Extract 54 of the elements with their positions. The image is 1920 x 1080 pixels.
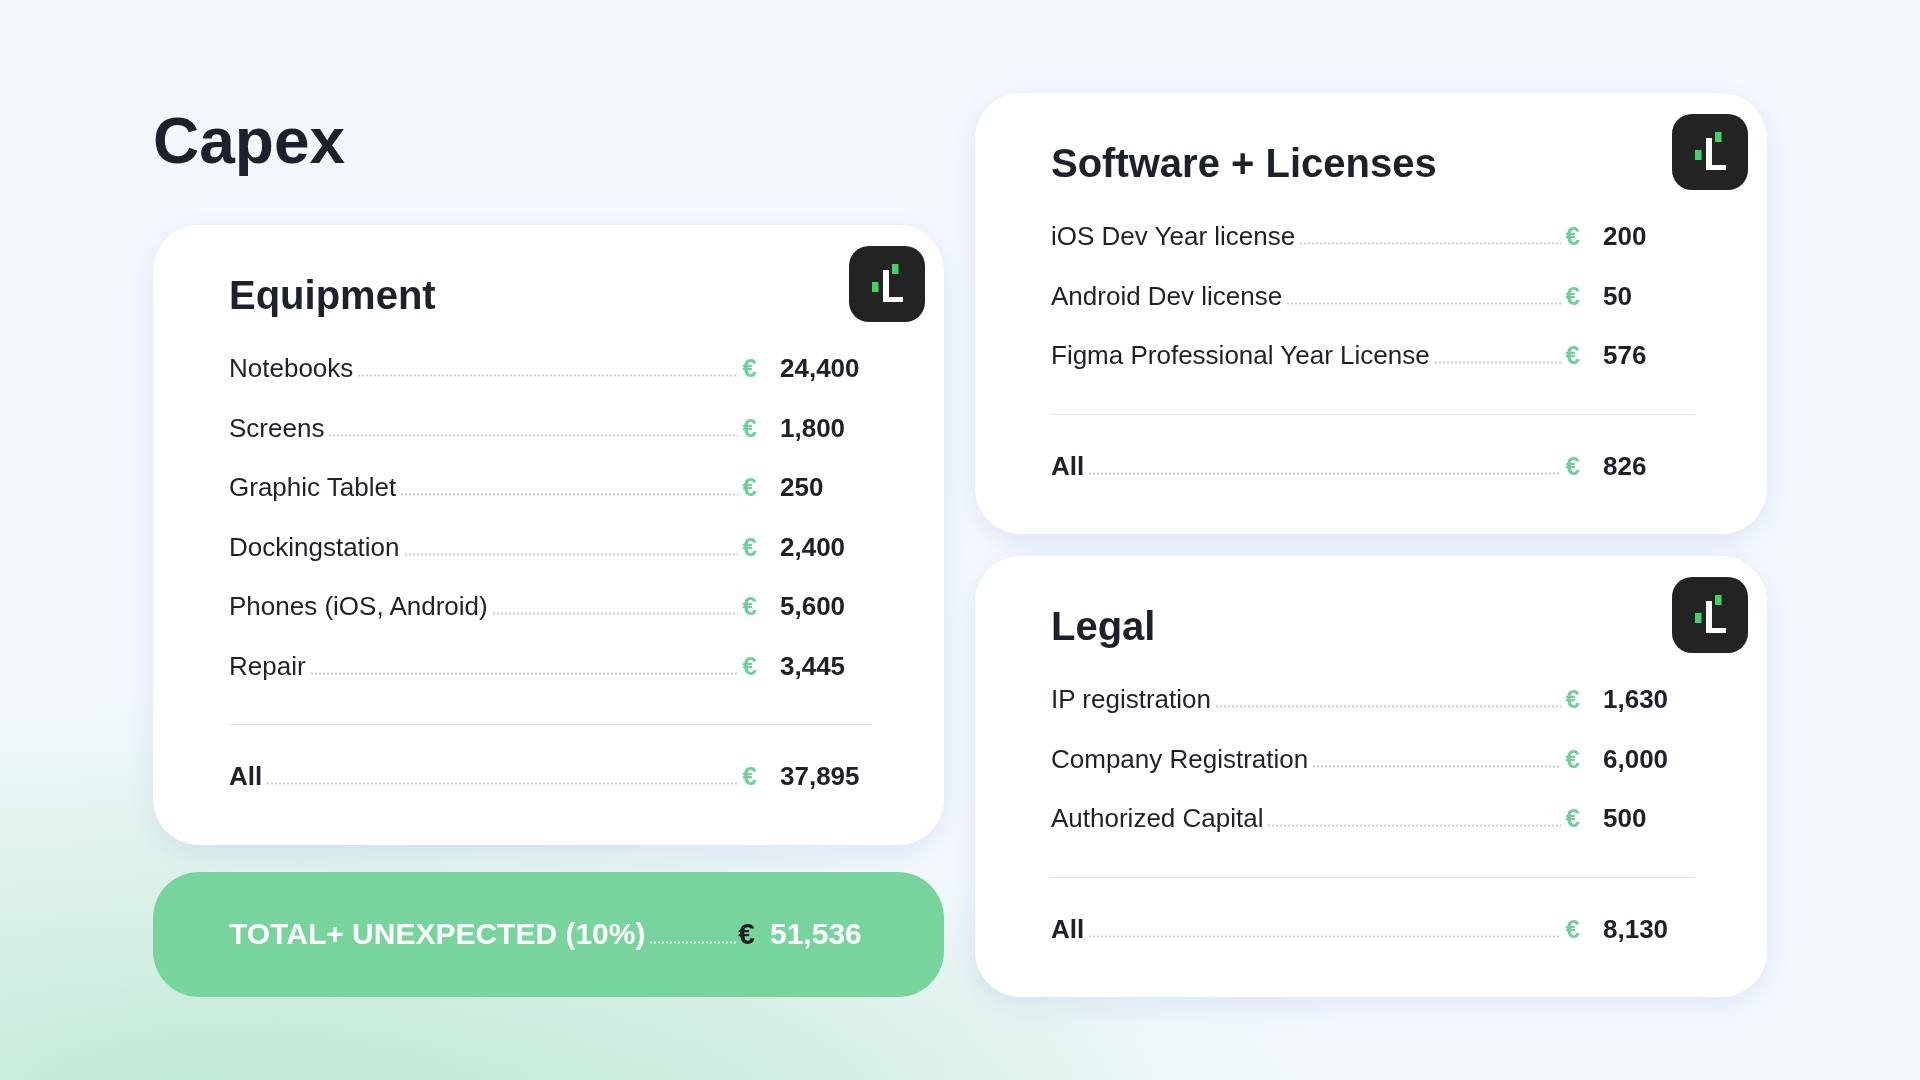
item-amount: 3,445 [780, 650, 846, 681]
currency-sign: € [1565, 743, 1580, 775]
currency-sign: € [1565, 280, 1580, 312]
total-amount: 8,130 [1603, 913, 1669, 944]
item-label: Graphic Tablet [229, 472, 397, 504]
item-label: IP registration [1051, 684, 1211, 716]
item-amount: 24,400 [780, 353, 860, 384]
item-amount: 6,000 [1603, 743, 1669, 774]
currency-sign: € [1565, 803, 1580, 835]
item-amount: 1,630 [1603, 684, 1669, 715]
total-label: All [1051, 450, 1085, 482]
item-label: Company Registration [1051, 743, 1309, 775]
item-amount: 50 [1603, 280, 1632, 311]
currency-sign: € [1565, 340, 1580, 372]
item-amount: 2,400 [780, 531, 846, 562]
item-label: Screens [229, 412, 325, 444]
item-amount: 200 [1603, 221, 1647, 252]
item-amount: 1,800 [780, 412, 846, 443]
item-label: Phones (iOS, Android) [229, 591, 488, 623]
item-label: iOS Dev Year license [1051, 221, 1296, 253]
currency-sign: € [742, 472, 757, 504]
currency-sign: € [1565, 221, 1580, 253]
currency-sign: € [742, 531, 757, 563]
currency-sign: € [738, 916, 755, 952]
currency-sign: € [1565, 450, 1580, 482]
currency-sign: € [742, 353, 757, 385]
grand-total-amount: 51,536 [770, 917, 862, 950]
card-title: Software + Licenses [1051, 140, 1437, 187]
item-label: Android Dev license [1051, 280, 1283, 312]
item-label: Repair [229, 650, 306, 682]
letter-l-logo-icon [1672, 114, 1748, 190]
item-label: Notebooks [229, 353, 354, 385]
total-amount: 37,895 [780, 761, 860, 792]
currency-sign: € [742, 761, 757, 793]
total-amount: 826 [1603, 450, 1647, 481]
currency-sign: € [742, 412, 757, 444]
currency-sign: € [742, 591, 757, 623]
total-label: All [229, 761, 263, 793]
grand-total-label: TOTAL+ UNEXPECTED (10%) [229, 916, 646, 952]
card-title: Legal [1051, 603, 1156, 650]
card-title: Equipment [229, 272, 436, 319]
letter-l-logo-icon [1672, 577, 1748, 653]
currency-sign: € [742, 650, 757, 682]
total-label: All [1051, 913, 1085, 945]
item-amount: 250 [780, 472, 824, 503]
item-amount: 576 [1603, 340, 1647, 371]
item-label: Authorized Capital [1051, 803, 1264, 835]
item-label: Figma Professional Year License [1051, 340, 1430, 372]
currency-sign: € [1565, 684, 1580, 716]
letter-l-logo-icon [849, 246, 925, 322]
item-label: Dockingstation [229, 531, 400, 563]
currency-sign: € [1565, 913, 1580, 945]
item-amount: 5,600 [780, 591, 846, 622]
item-amount: 500 [1603, 803, 1647, 834]
